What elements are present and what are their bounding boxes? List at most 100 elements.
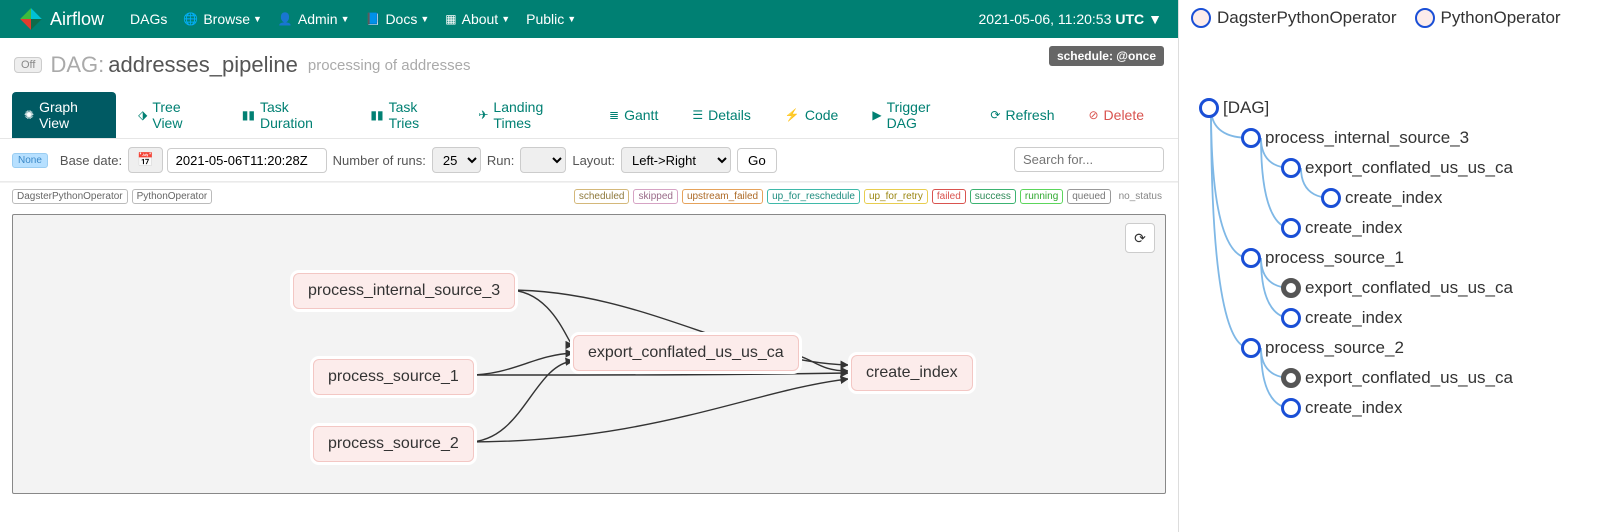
tree-operator-legend: DagsterPythonOperator PythonOperator bbox=[1191, 8, 1588, 28]
tree-node-process-source-2[interactable]: process_source_2 bbox=[1241, 338, 1404, 358]
search-input[interactable] bbox=[1014, 147, 1164, 172]
legend-circle-python bbox=[1415, 8, 1435, 28]
refresh-icon: ⟳ bbox=[990, 108, 1000, 122]
go-button[interactable]: Go bbox=[737, 148, 777, 173]
status-upstream-failed[interactable]: upstream_failed bbox=[682, 189, 763, 204]
dag-toggle[interactable]: Off bbox=[14, 57, 42, 73]
nav-about[interactable]: ▦About▼ bbox=[445, 11, 510, 27]
plane-icon: ✈ bbox=[478, 108, 488, 122]
tree-node-create-index-2[interactable]: create_index bbox=[1281, 218, 1402, 238]
none-pill: None bbox=[12, 153, 48, 168]
dag-label: DAG: bbox=[50, 52, 104, 78]
status-no-status: no_status bbox=[1115, 190, 1166, 203]
layout-select[interactable]: Left->Right bbox=[621, 147, 731, 173]
task-node-create-index[interactable]: create_index bbox=[851, 355, 973, 391]
tab-graph-view[interactable]: ✺Graph View bbox=[12, 92, 116, 138]
tree-node-dag-root[interactable]: [DAG] bbox=[1199, 98, 1269, 118]
caret-icon: ▼ bbox=[501, 14, 510, 24]
user-icon: 👤 bbox=[278, 12, 293, 26]
operator-chip-dagster[interactable]: DagsterPythonOperator bbox=[12, 189, 128, 204]
caret-icon: ▼ bbox=[341, 14, 350, 24]
base-date-label: Base date: bbox=[60, 153, 122, 168]
play-icon: ▶ bbox=[872, 108, 881, 122]
share-icon: ⬗ bbox=[138, 108, 147, 122]
task-node-process-source-2[interactable]: process_source_2 bbox=[313, 426, 474, 462]
tree-node-export-conflated-1[interactable]: export_conflated_us_us_ca bbox=[1281, 158, 1513, 178]
tab-gantt[interactable]: ≣Gantt bbox=[597, 92, 670, 138]
filter-controls: None Base date: 📅 Number of runs: 25 Run… bbox=[0, 139, 1178, 182]
status-up-for-reschedule[interactable]: up_for_reschedule bbox=[767, 189, 860, 204]
legend-row: DagsterPythonOperator PythonOperator sch… bbox=[0, 182, 1178, 210]
navbar: Airflow DAGs 🌐Browse▼ 👤Admin▼ 📘Docs▼ ▦Ab… bbox=[0, 0, 1178, 38]
status-scheduled[interactable]: scheduled bbox=[574, 189, 630, 204]
nav-browse[interactable]: 🌐Browse▼ bbox=[183, 11, 262, 27]
tab-details[interactable]: ☰Details bbox=[680, 92, 763, 138]
tree-node-process-source-1[interactable]: process_source_1 bbox=[1241, 248, 1404, 268]
tab-delete[interactable]: ⊘Delete bbox=[1076, 92, 1156, 138]
tab-tree-view[interactable]: ⬗Tree View bbox=[126, 92, 220, 138]
legend-circle-dagster bbox=[1191, 8, 1211, 28]
status-running[interactable]: running bbox=[1020, 189, 1063, 204]
delete-icon: ⊘ bbox=[1088, 108, 1098, 122]
task-node-process-source-1[interactable]: process_source_1 bbox=[313, 359, 474, 395]
dag-header: Off DAG: addresses_pipeline processing o… bbox=[0, 38, 1178, 84]
tab-task-duration[interactable]: ▮▮Task Duration bbox=[230, 92, 349, 138]
bar-chart-icon: ▮▮ bbox=[370, 108, 383, 122]
tab-task-tries[interactable]: ▮▮Task Tries bbox=[358, 92, 456, 138]
brand[interactable]: Airflow bbox=[18, 6, 104, 32]
bar-chart-icon: ▮▮ bbox=[242, 108, 255, 122]
tab-landing-times[interactable]: ✈Landing Times bbox=[466, 92, 587, 138]
tree-node-create-index-3[interactable]: create_index bbox=[1281, 308, 1402, 328]
run-select[interactable] bbox=[520, 147, 566, 173]
tree-node-process-internal-source-3[interactable]: process_internal_source_3 bbox=[1241, 128, 1469, 148]
runs-label: Number of runs: bbox=[333, 153, 426, 168]
legend-label-dagster: DagsterPythonOperator bbox=[1217, 8, 1397, 28]
globe-icon: 🌐 bbox=[183, 12, 198, 26]
tree-node-create-index-1[interactable]: create_index bbox=[1321, 188, 1442, 208]
view-tabs: ✺Graph View ⬗Tree View ▮▮Task Duration ▮… bbox=[0, 84, 1178, 139]
dag-description: processing of addresses bbox=[308, 57, 471, 74]
nav-docs[interactable]: 📘Docs▼ bbox=[365, 11, 429, 27]
airflow-logo-icon bbox=[18, 6, 44, 32]
grid-icon: ▦ bbox=[445, 12, 456, 26]
base-date-input[interactable] bbox=[167, 148, 327, 173]
dag-tree: [DAG] process_internal_source_3 export_c… bbox=[1191, 98, 1588, 438]
layout-label: Layout: bbox=[572, 153, 615, 168]
nav-public[interactable]: Public▼ bbox=[526, 11, 576, 27]
bolt-icon: ⚡ bbox=[785, 108, 800, 122]
nav-dags[interactable]: DAGs bbox=[130, 11, 167, 27]
tab-refresh[interactable]: ⟳Refresh bbox=[978, 92, 1066, 138]
list-icon: ☰ bbox=[692, 108, 703, 122]
status-queued[interactable]: queued bbox=[1067, 189, 1110, 204]
brand-text: Airflow bbox=[50, 9, 104, 30]
task-node-export-conflated[interactable]: export_conflated_us_us_ca bbox=[573, 335, 799, 371]
runs-select[interactable]: 25 bbox=[432, 147, 481, 173]
nav-admin[interactable]: 👤Admin▼ bbox=[278, 11, 350, 27]
tab-code[interactable]: ⚡Code bbox=[773, 92, 850, 138]
caret-icon: ▼ bbox=[253, 14, 262, 24]
legend-label-python: PythonOperator bbox=[1441, 8, 1561, 28]
tab-trigger-dag[interactable]: ▶Trigger DAG bbox=[860, 92, 968, 138]
calendar-icon: 📅 bbox=[137, 152, 154, 167]
operator-chip-python[interactable]: PythonOperator bbox=[132, 189, 213, 204]
run-label: Run: bbox=[487, 153, 514, 168]
align-icon: ≣ bbox=[609, 108, 619, 122]
tree-node-create-index-4[interactable]: create_index bbox=[1281, 398, 1402, 418]
status-up-for-retry[interactable]: up_for_retry bbox=[864, 189, 928, 204]
book-icon: 📘 bbox=[365, 12, 380, 26]
caret-icon: ▼ bbox=[420, 14, 429, 24]
caret-icon: ▼ bbox=[1148, 11, 1162, 27]
burst-icon: ✺ bbox=[24, 108, 34, 122]
task-node-process-internal-source-3[interactable]: process_internal_source_3 bbox=[293, 273, 515, 309]
clock[interactable]: 2021-05-06, 11:20:53 UTC ▼ bbox=[979, 0, 1163, 38]
tree-node-export-conflated-2[interactable]: export_conflated_us_us_ca bbox=[1281, 278, 1513, 298]
calendar-button[interactable]: 📅 bbox=[128, 147, 163, 173]
graph-canvas[interactable]: ⟳ process_internal_source_3 process_sour… bbox=[12, 214, 1166, 494]
status-success[interactable]: success bbox=[970, 189, 1016, 204]
dag-name: addresses_pipeline bbox=[108, 52, 298, 78]
status-skipped[interactable]: skipped bbox=[633, 189, 677, 204]
tree-node-export-conflated-3[interactable]: export_conflated_us_us_ca bbox=[1281, 368, 1513, 388]
caret-icon: ▼ bbox=[567, 14, 576, 24]
status-failed[interactable]: failed bbox=[932, 189, 966, 204]
schedule-badge: schedule: @once bbox=[1049, 46, 1164, 66]
